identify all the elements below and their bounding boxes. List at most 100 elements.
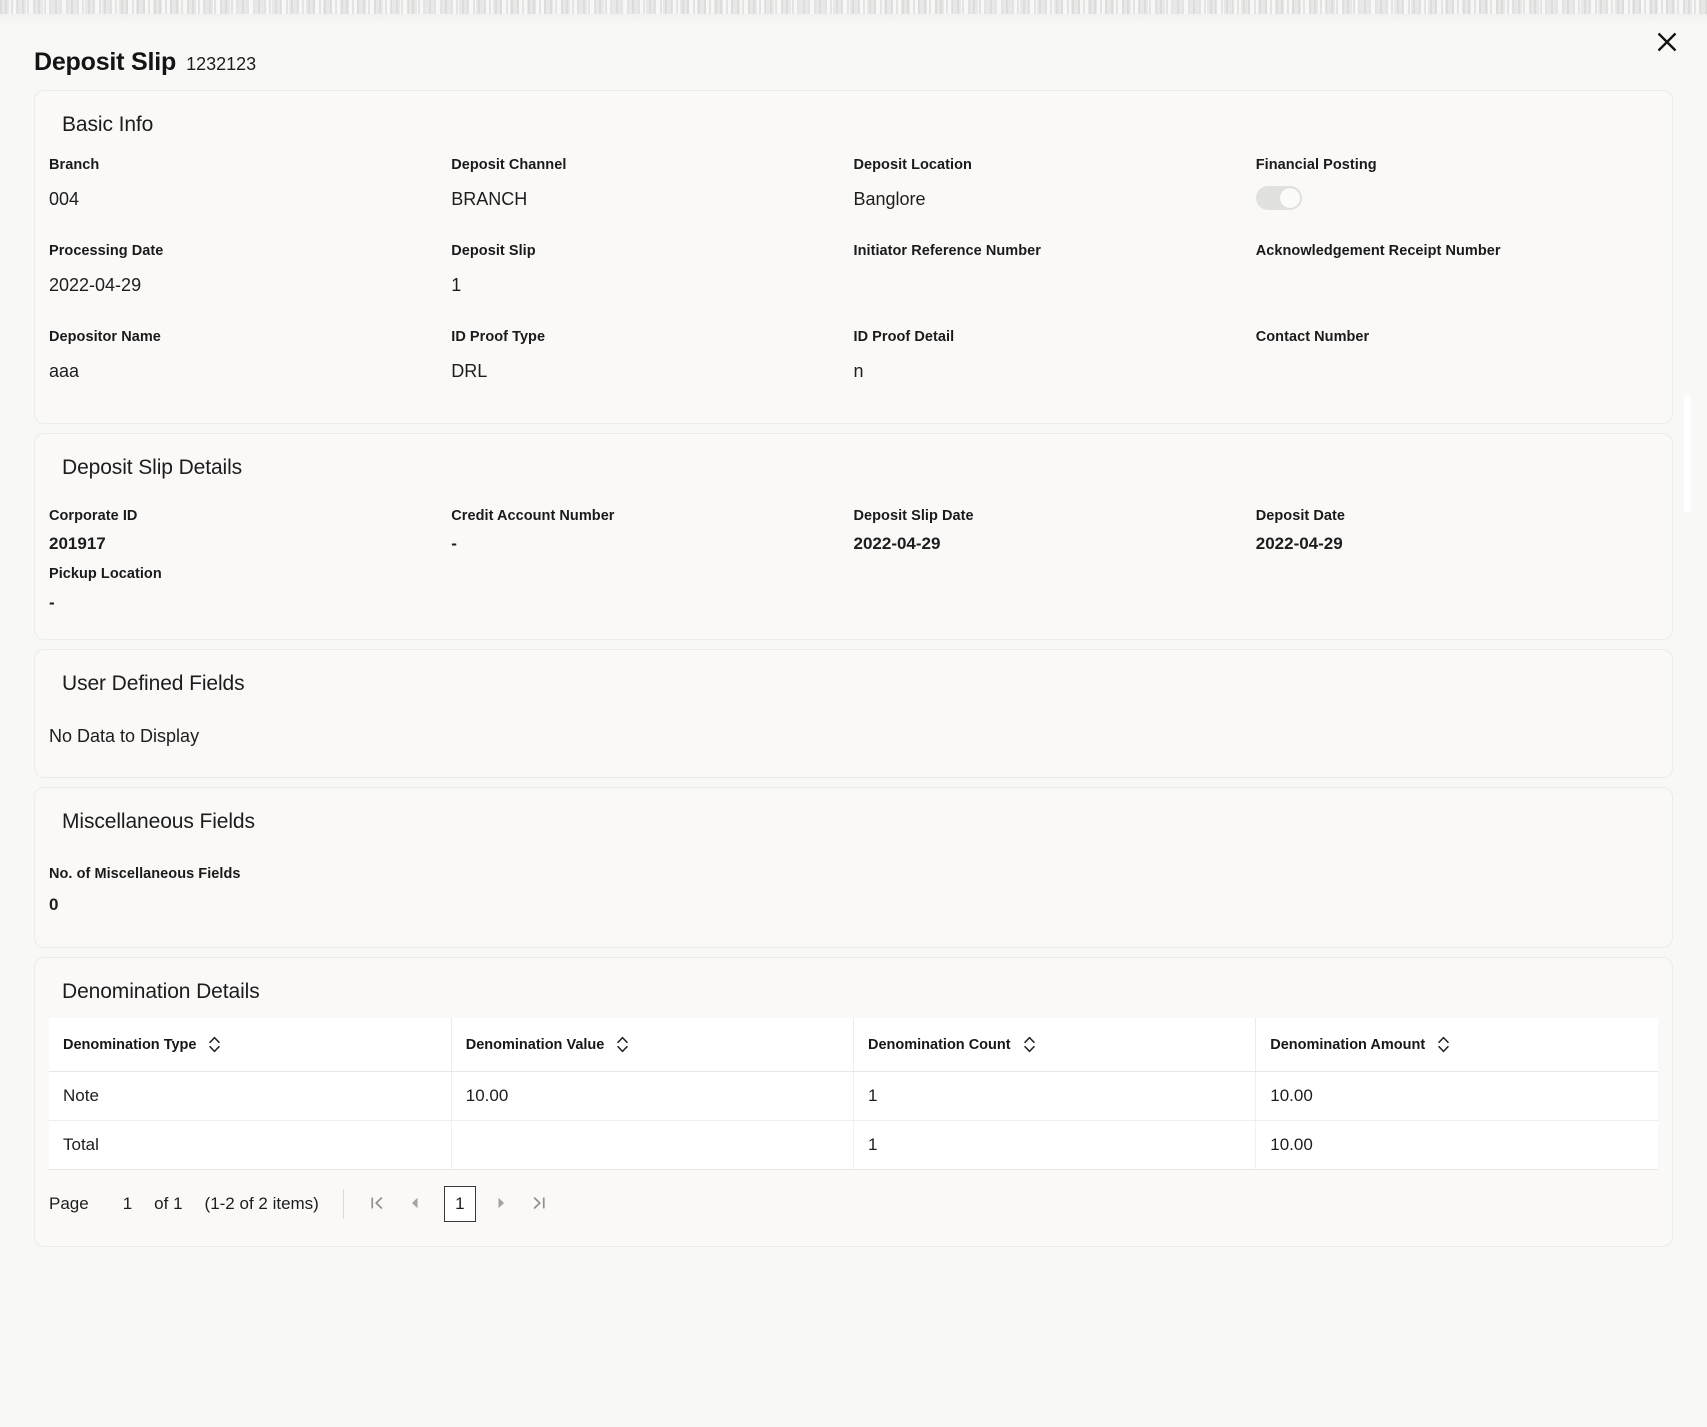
cell-denomination-amount: 10.00 xyxy=(1255,1071,1658,1122)
page-title: Deposit Slip 1232123 xyxy=(34,48,256,77)
column-header-denomination-amount[interactable]: Denomination Amount xyxy=(1255,1018,1658,1073)
page-scrollbar[interactable] xyxy=(1684,0,1691,1427)
field-deposit-date: Deposit Date 2022-04-29 xyxy=(1256,498,1658,556)
field-label-id-proof-type: ID Proof Type xyxy=(451,329,546,345)
field-id-proof-type: ID Proof Type DRL xyxy=(451,309,853,395)
miscellaneous-fields-title: Miscellaneous Fields xyxy=(62,809,255,833)
denomination-table-body: Note 10.00 1 10.00 Total 1 10.00 xyxy=(49,1071,1658,1171)
column-header-label: Denomination Value xyxy=(465,1036,605,1053)
field-financial-posting: Financial Posting xyxy=(1255,137,1658,223)
column-header-label: Denomination Type xyxy=(63,1036,197,1053)
cell-denomination-type: Note xyxy=(49,1071,452,1122)
field-value-deposit-slip-date: 2022-04-29 xyxy=(853,534,941,554)
pagination-page-number: 1 xyxy=(122,1194,133,1214)
pagination-of-text: of 1 xyxy=(154,1194,183,1214)
field-value-deposit-location: Banglore xyxy=(853,189,926,210)
denomination-table-head: Denomination Type Denomination Value Den… xyxy=(49,1018,1658,1073)
field-acknowledgement-receipt-number: Acknowledgement Receipt Number xyxy=(1256,223,1658,309)
field-label-deposit-location: Deposit Location xyxy=(853,157,972,173)
field-label-no-of-miscellaneous-fields: No. of Miscellaneous Fields xyxy=(49,865,241,882)
field-credit-account-number: Credit Account Number - xyxy=(451,498,853,556)
field-value-id-proof-detail: n xyxy=(853,361,864,382)
field-label-corporate-id: Corporate ID xyxy=(49,508,138,524)
column-header-label: Denomination Count xyxy=(868,1036,1011,1053)
field-value-corporate-id: 201917 xyxy=(49,534,106,554)
field-label-processing-date: Processing Date xyxy=(49,243,164,259)
field-deposit-slip: Deposit Slip 1 xyxy=(451,223,853,309)
field-label-deposit-slip-date: Deposit Slip Date xyxy=(853,508,974,524)
section-user-defined-fields: User Defined Fields No Data to Display xyxy=(34,648,1673,778)
page-title-text: Deposit Slip xyxy=(34,48,177,76)
next-page-icon xyxy=(493,1195,509,1214)
field-label-branch: Branch xyxy=(49,157,100,173)
table-row: Total 1 10.00 xyxy=(49,1120,1658,1171)
section-deposit-slip-details: Deposit Slip Details Corporate ID 201917… xyxy=(34,433,1673,640)
column-header-denomination-type[interactable]: Denomination Type xyxy=(49,1018,452,1073)
field-value-initiator-reference-number xyxy=(854,275,1256,297)
column-header-denomination-value[interactable]: Denomination Value xyxy=(451,1018,855,1073)
field-value-processing-date: 2022-04-29 xyxy=(49,275,142,296)
field-label-deposit-channel: Deposit Channel xyxy=(451,157,567,173)
sort-icon[interactable] xyxy=(208,1036,221,1053)
cell-denomination-value xyxy=(451,1120,855,1171)
page-title-reference: 1232123 xyxy=(186,54,257,74)
sort-icon[interactable] xyxy=(1437,1036,1450,1053)
field-label-pickup-location: Pickup Location xyxy=(49,566,162,583)
column-header-denomination-count[interactable]: Denomination Count xyxy=(853,1018,1257,1073)
cell-denomination-value: 10.00 xyxy=(451,1071,855,1122)
pagination-separator xyxy=(342,1189,344,1220)
close-button[interactable] xyxy=(1647,22,1687,62)
cell-denomination-amount: 10.00 xyxy=(1255,1120,1658,1171)
field-processing-date: Processing Date 2022-04-29 xyxy=(49,223,451,309)
miscellaneous-fields-body: No. of Miscellaneous Fields 0 xyxy=(35,834,1672,947)
cell-denomination-count: 1 xyxy=(853,1071,1257,1122)
scrollbar-thumb[interactable] xyxy=(1684,395,1691,513)
field-label-credit-account-number: Credit Account Number xyxy=(451,508,615,524)
pagination-last-button[interactable] xyxy=(522,1187,556,1221)
table-row: Note 10.00 1 10.00 xyxy=(49,1071,1658,1122)
top-background-fade xyxy=(0,14,1707,24)
field-value-depositor-name: aaa xyxy=(49,361,80,382)
table-pagination: Page 1 of 1 (1-2 of 2 items) 1 xyxy=(35,1170,1672,1246)
pagination-current-page[interactable]: 1 xyxy=(443,1186,476,1223)
field-corporate-id: Corporate ID 201917 xyxy=(49,498,451,556)
pagination-items-text: (1-2 of 2 items) xyxy=(204,1194,319,1214)
denomination-table: Denomination Type Denomination Value Den… xyxy=(49,1018,1658,1171)
first-page-icon xyxy=(369,1195,385,1214)
user-defined-fields-empty-state: No Data to Display xyxy=(49,725,200,746)
field-contact-number: Contact Number xyxy=(1256,309,1658,395)
field-value-pickup-location: - xyxy=(49,592,55,612)
top-background-texture xyxy=(0,0,1707,14)
field-deposit-location: Deposit Location Banglore xyxy=(854,137,1256,223)
field-branch: Branch 004 xyxy=(49,137,451,223)
field-initiator-reference-number: Initiator Reference Number xyxy=(854,223,1256,309)
close-icon xyxy=(1656,31,1678,53)
field-value-deposit-slip: 1 xyxy=(451,275,462,296)
field-value-deposit-channel: BRANCH xyxy=(451,189,528,210)
sort-icon[interactable] xyxy=(1023,1036,1036,1053)
table-header-row: Denomination Type Denomination Value Den… xyxy=(49,1018,1658,1073)
pagination-next-button[interactable] xyxy=(484,1187,518,1221)
field-label-deposit-date: Deposit Date xyxy=(1255,508,1345,524)
field-value-contact-number xyxy=(1256,361,1658,383)
field-pickup-location: Pickup Location - xyxy=(49,556,451,614)
user-defined-fields-title: User Defined Fields xyxy=(62,671,245,695)
deposit-slip-details-field-grid: Corporate ID 201917 Credit Account Numbe… xyxy=(35,480,1672,639)
pagination-previous-button[interactable] xyxy=(398,1187,432,1221)
basic-info-title: Basic Info xyxy=(62,113,154,136)
field-label-depositor-name: Depositor Name xyxy=(49,329,161,345)
cell-denomination-type: Total xyxy=(49,1120,452,1171)
sort-icon[interactable] xyxy=(616,1036,629,1053)
pagination-first-button[interactable] xyxy=(360,1187,394,1221)
previous-page-icon xyxy=(407,1195,423,1214)
denomination-table-wrapper: Denomination Type Denomination Value Den… xyxy=(35,1004,1672,1171)
cell-denomination-count: 1 xyxy=(853,1120,1257,1171)
field-label-initiator-reference-number: Initiator Reference Number xyxy=(853,243,1041,259)
toggle-knob-icon xyxy=(1279,188,1300,209)
field-value-branch: 004 xyxy=(49,189,80,210)
field-id-proof-detail: ID Proof Detail n xyxy=(854,309,1256,395)
financial-posting-toggle[interactable] xyxy=(1255,186,1302,211)
field-label-acknowledgement-receipt-number: Acknowledgement Receipt Number xyxy=(1255,243,1501,259)
field-deposit-slip-date: Deposit Slip Date 2022-04-29 xyxy=(854,498,1256,556)
field-label-id-proof-detail: ID Proof Detail xyxy=(853,329,955,345)
